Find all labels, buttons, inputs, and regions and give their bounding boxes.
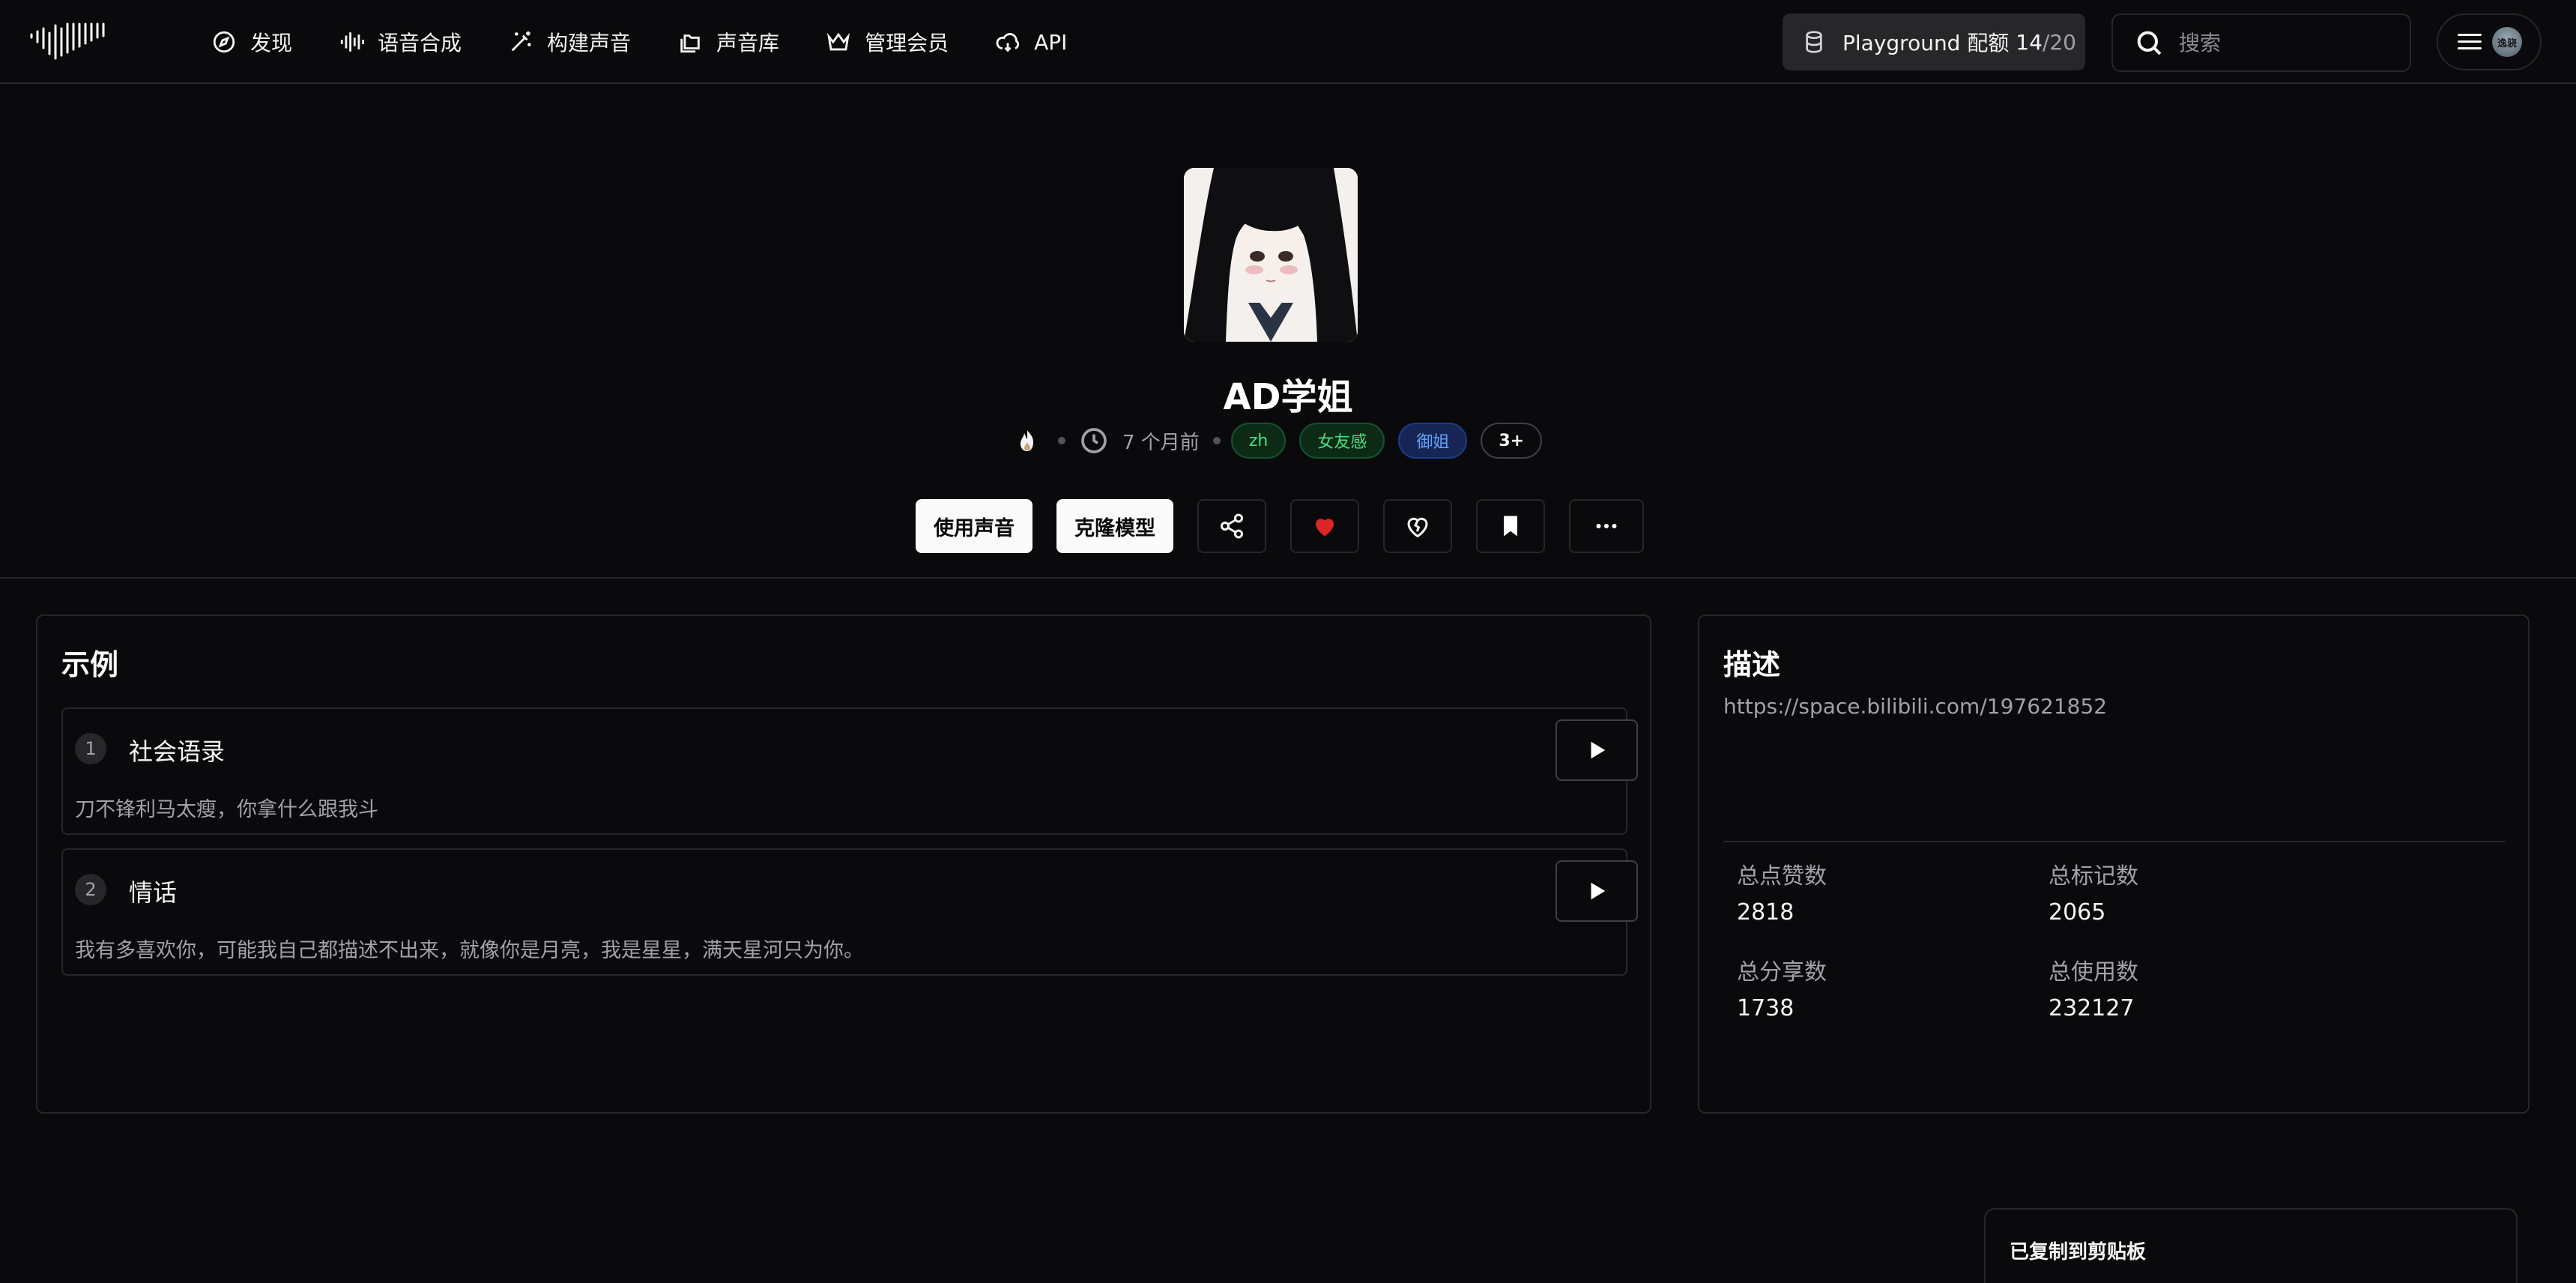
- voice-actions: 使用声音 克隆模型: [916, 499, 1644, 553]
- top-navbar: 发现 语音合成 构建声音 声音库 管理会员 API Playground 配额 …: [0, 0, 2576, 84]
- waveform-logo-icon[interactable]: [28, 21, 130, 63]
- sample-number: 1: [75, 733, 106, 764]
- nav-label: 发现: [250, 31, 293, 55]
- time-ago: 7 个月前: [1122, 431, 1200, 454]
- sample-title: 情话: [129, 878, 178, 907]
- search-icon: [2137, 31, 2162, 55]
- nav-item-tts[interactable]: 语音合成: [339, 19, 462, 64]
- user-avatar: 逸骁: [2492, 27, 2522, 57]
- toast-message: 已复制到剪贴板: [2010, 1241, 2147, 1264]
- quota-max: 20: [2049, 29, 2076, 55]
- stat-value: 232127: [2049, 995, 2135, 1021]
- nav-label: 语音合成: [378, 31, 462, 55]
- stat-total-likes: 总点赞数 2818: [1737, 857, 1827, 926]
- bookmark-icon: [1504, 516, 1517, 537]
- stat-total-uses: 总使用数 232127: [2049, 953, 2138, 1021]
- meta-separator: [1212, 437, 1221, 444]
- examples-title: 示例: [61, 648, 119, 681]
- user-menu-button[interactable]: 逸骁: [2437, 13, 2542, 70]
- sample-text: 我有多喜欢你，可能我自己都描述不出来，就像你是月亮，我是星星，满天星河只为你。: [75, 939, 864, 962]
- quota-separator: /: [2042, 29, 2050, 55]
- author-avatar-icon: [1021, 430, 1033, 451]
- like-button[interactable]: [1290, 499, 1359, 553]
- nav-item-voice-library[interactable]: 声音库: [677, 19, 779, 64]
- tag-language[interactable]: zh: [1230, 423, 1287, 459]
- voice-meta-row: 7 个月前 zh 女友感 御姐 3+: [1010, 420, 1555, 462]
- magic-wand-icon: [511, 31, 531, 52]
- dislike-button[interactable]: [1383, 499, 1452, 553]
- play-button[interactable]: [1555, 719, 1638, 781]
- sample-item: 1 社会语录 刀不锋利马太瘦，你拿什么跟我斗: [61, 707, 1638, 835]
- voice-hero: AD学姐 7 个月前 zh 女友感 御姐 3+ 使用声音 克隆模型: [0, 84, 2576, 579]
- cloud-icon: [996, 33, 1020, 52]
- tag-style[interactable]: 女友感: [1299, 423, 1385, 459]
- sample-number: 2: [75, 874, 106, 905]
- playground-quota-button[interactable]: Playground 配额 14 / 20: [1783, 13, 2085, 70]
- nav-item-discover[interactable]: 发现: [211, 19, 292, 64]
- sample-item: 2 情话 我有多喜欢你，可能我自己都描述不出来，就像你是月亮，我是星星，满天星河…: [61, 848, 1638, 976]
- use-voice-button[interactable]: 使用声音: [916, 499, 1032, 553]
- nav-item-api[interactable]: API: [995, 19, 1067, 64]
- examples-panel: 示例 1 社会语录 刀不锋利马太瘦，你拿什么跟我斗 2 情话 我有多喜欢你，可能…: [36, 615, 1651, 1114]
- stat-label: 总点赞数: [1737, 863, 1827, 890]
- tag-more[interactable]: 3+: [1481, 423, 1543, 459]
- quota-label: Playground 配额: [1842, 31, 2010, 55]
- share-icon: [1221, 513, 1243, 539]
- clone-model-button[interactable]: 克隆模型: [1056, 499, 1173, 553]
- more-icon: [1596, 524, 1617, 528]
- bookmark-button[interactable]: [1476, 499, 1545, 553]
- app-root: 发现 语音合成 构建声音 声音库 管理会员 API Playground 配额 …: [0, 0, 2576, 1283]
- hamburger-menu-icon: [2458, 32, 2483, 52]
- voice-cover-image: [1184, 168, 1358, 342]
- stat-value: 1738: [1737, 995, 1795, 1021]
- description-link[interactable]: https://space.bilibili.com/197621852: [1723, 694, 2107, 719]
- nav-item-build-voice[interactable]: 构建声音: [508, 19, 631, 64]
- tag-persona[interactable]: 御姐: [1398, 423, 1468, 459]
- nav-label: 管理会员: [865, 31, 949, 55]
- heart-icon: [1316, 519, 1334, 537]
- stat-label: 总使用数: [2049, 959, 2138, 985]
- play-button[interactable]: [1555, 860, 1638, 922]
- stat-value: 2065: [2049, 899, 2106, 926]
- nav-item-membership[interactable]: 管理会员: [826, 19, 949, 64]
- search-box[interactable]: [2111, 13, 2411, 72]
- stat-value: 2818: [1737, 899, 1795, 926]
- description-panel: 描述 https://space.bilibili.com/197621852 …: [1698, 615, 2530, 1114]
- sample-title: 社会语录: [129, 737, 226, 766]
- nav-label: 声音库: [716, 31, 780, 55]
- description-title: 描述: [1723, 648, 1781, 681]
- meta-separator: [1058, 437, 1065, 444]
- database-icon: [1806, 31, 1822, 53]
- stat-total-bookmarks: 总标记数 2065: [2049, 857, 2138, 926]
- play-icon: [1591, 882, 1606, 900]
- stat-label: 总标记数: [2049, 863, 2138, 890]
- quota-spacer: [2009, 30, 2016, 55]
- audio-lines-icon: [340, 32, 365, 52]
- search-input[interactable]: [2179, 30, 2404, 55]
- clock-icon: [1081, 428, 1107, 453]
- crown-icon: [827, 32, 850, 51]
- more-options-button[interactable]: [1569, 499, 1644, 553]
- stat-label: 总分享数: [1737, 959, 1827, 985]
- author-avatar[interactable]: [1010, 423, 1044, 458]
- divider: [1723, 841, 2506, 842]
- nav-label: API: [1034, 29, 1068, 55]
- quota-used: 14: [2016, 29, 2043, 55]
- share-button[interactable]: [1197, 499, 1266, 553]
- heart-crack-icon: [1407, 517, 1428, 538]
- nav-label: 构建声音: [547, 31, 632, 55]
- main-nav: 发现 语音合成 构建声音 声音库 管理会员 API: [211, 0, 1113, 84]
- play-icon: [1591, 741, 1606, 759]
- compass-icon: [213, 31, 235, 53]
- voice-title: AD学姐: [1223, 376, 1353, 418]
- folders-icon: [680, 34, 700, 53]
- sample-text: 刀不锋利马太瘦，你拿什么跟我斗: [75, 798, 378, 821]
- copied-toast: 已复制到剪贴板: [1984, 1208, 2518, 1283]
- stat-total-shares: 总分享数 1738: [1737, 953, 1827, 1021]
